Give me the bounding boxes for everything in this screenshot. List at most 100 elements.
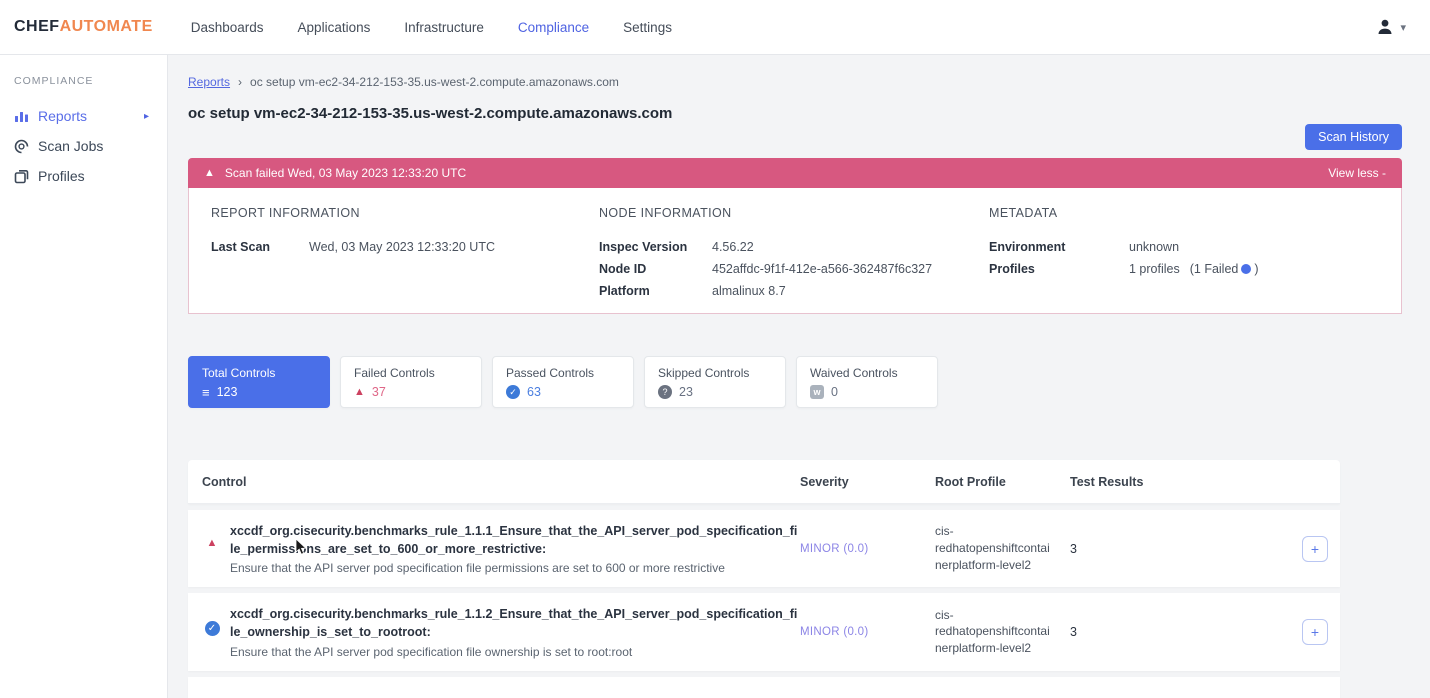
total-controls-card[interactable]: Total Controls ≡ 123	[188, 356, 330, 408]
waived-controls-card[interactable]: Waived Controls w 0	[796, 356, 938, 408]
question-circle-icon: ?	[658, 385, 672, 399]
scan-failed-banner: ▲ Scan failed Wed, 03 May 2023 12:33:20 …	[188, 158, 1402, 188]
control-title[interactable]: xccdf_org.cisecurity.benchmarks_rule_1.1…	[230, 522, 800, 558]
profiles-failed-text: (1 Failed	[1190, 262, 1239, 276]
breadcrumb-reports-link[interactable]: Reports	[188, 75, 230, 89]
stat-label: Waived Controls	[810, 366, 924, 380]
stat-value: 63	[527, 385, 541, 399]
stat-label: Skipped Controls	[658, 366, 772, 380]
warning-triangle-icon: ▲	[204, 167, 215, 179]
table-row: ✓ xccdf_org.cisecurity.benchmarks_rule_1…	[188, 593, 1340, 670]
skipped-controls-card[interactable]: Skipped Controls ? 23	[644, 356, 786, 408]
top-nav-bar: CHEFAUTOMATE Dashboards Applications Inf…	[0, 0, 1430, 55]
check-circle-icon: ✓	[205, 621, 220, 636]
report-info-panel: REPORT INFORMATION Last Scan Wed, 03 May…	[188, 188, 1402, 314]
banner-message: Scan failed Wed, 03 May 2023 12:33:20 UT…	[225, 166, 466, 180]
section-heading: NODE INFORMATION	[599, 206, 989, 220]
expand-row-button[interactable]: +	[1302, 619, 1328, 645]
platform-label: Platform	[599, 284, 712, 298]
chef-automate-logo[interactable]: CHEFAUTOMATE	[14, 18, 153, 36]
logo-chef: CHEF	[14, 18, 60, 35]
control-description: Ensure that the API server pod specifica…	[230, 561, 800, 575]
breadcrumb: Reports › oc setup vm-ec2-34-212-153-35.…	[188, 75, 1402, 89]
column-severity: Severity	[800, 475, 935, 489]
section-heading: REPORT INFORMATION	[211, 206, 599, 220]
check-circle-icon: ✓	[506, 385, 520, 399]
profiles-icon	[14, 169, 29, 184]
control-failed-icon: ▲	[202, 522, 222, 549]
sidebar-item-scan-jobs[interactable]: Scan Jobs	[14, 131, 167, 161]
column-root-profile: Root Profile	[935, 475, 1070, 489]
radar-icon	[14, 139, 29, 154]
section-heading: METADATA	[989, 206, 1401, 220]
sidebar-item-label: Reports	[38, 108, 87, 124]
severity-value: MINOR (0.0)	[800, 626, 935, 638]
node-id-label: Node ID	[599, 262, 712, 276]
inspec-version-label: Inspec Version	[599, 240, 712, 254]
profiles-value: 1 profiles	[1129, 262, 1180, 276]
stat-label: Passed Controls	[506, 366, 620, 380]
last-scan-value: Wed, 03 May 2023 12:33:20 UTC	[309, 240, 495, 254]
table-row: ▲ xccdf_org.cisecurity.benchmarks_rule_1…	[188, 510, 1340, 587]
sidebar-item-label: Scan Jobs	[38, 138, 103, 154]
inspec-version-value: 4.56.22	[712, 240, 754, 254]
nav-settings[interactable]: Settings	[623, 20, 672, 35]
stat-value: 23	[679, 385, 693, 399]
profiles-failed-close: )	[1254, 262, 1258, 276]
controls-summary-cards: Total Controls ≡ 123 Failed Controls ▲ 3…	[188, 356, 1402, 408]
main-content: Reports › oc setup vm-ec2-34-212-153-35.…	[168, 55, 1430, 698]
report-information-section: REPORT INFORMATION Last Scan Wed, 03 May…	[211, 206, 599, 313]
failed-count-icon	[1241, 264, 1251, 274]
breadcrumb-current: oc setup vm-ec2-34-212-153-35.us-west-2.…	[250, 75, 619, 89]
nav-applications[interactable]: Applications	[298, 20, 371, 35]
logo-automate: AUTOMATE	[60, 18, 153, 35]
chevron-down-icon: ▾	[1400, 21, 1406, 34]
nav-dashboards[interactable]: Dashboards	[191, 20, 264, 35]
passed-controls-card[interactable]: Passed Controls ✓ 63	[492, 356, 634, 408]
control-status-icon	[202, 689, 222, 698]
sidebar-item-label: Profiles	[38, 168, 85, 184]
page-title: oc setup vm-ec2-34-212-153-35.us-west-2.…	[188, 105, 1402, 122]
sidebar-section-label: COMPLIANCE	[14, 75, 167, 87]
bar-chart-icon	[14, 109, 29, 124]
metadata-section: METADATA Environment unknown Profiles 1 …	[989, 206, 1401, 313]
user-profile-icon	[1375, 17, 1395, 37]
table-header: Control Severity Root Profile Test Resul…	[188, 460, 1340, 504]
node-information-section: NODE INFORMATION Inspec Version 4.56.22 …	[599, 206, 989, 313]
stat-value: 123	[217, 385, 238, 399]
node-id-value: 452affdc-9f1f-412e-a566-362487f6c327	[712, 262, 932, 276]
control-description: Ensure that the API server pod specifica…	[230, 645, 800, 659]
table-row: xccdf_org.cisecurity.benchmarks_rule_1.1…	[188, 677, 1340, 698]
test-results-value: 3	[1070, 542, 1302, 556]
stat-value: 0	[831, 385, 838, 399]
control-title[interactable]: xccdf_org.cisecurity.benchmarks_rule_1.1…	[230, 605, 800, 641]
main-nav: Dashboards Applications Infrastructure C…	[191, 20, 672, 35]
sidebar-item-profiles[interactable]: Profiles	[14, 161, 167, 191]
column-control: Control	[202, 475, 800, 489]
severity-value: MINOR (0.0)	[800, 543, 935, 555]
environment-label: Environment	[989, 240, 1129, 254]
stat-value: 37	[372, 385, 386, 399]
stat-label: Total Controls	[202, 366, 316, 380]
root-profile-value: cis-redhatopenshiftcontainerplatform-lev…	[935, 523, 1070, 573]
column-test-results: Test Results	[1070, 475, 1340, 489]
user-menu[interactable]: ▾	[1375, 17, 1406, 37]
stat-label: Failed Controls	[354, 366, 468, 380]
nav-infrastructure[interactable]: Infrastructure	[404, 20, 484, 35]
profiles-label: Profiles	[989, 262, 1129, 276]
list-icon: ≡	[202, 386, 210, 399]
test-results-value: 3	[1070, 625, 1302, 639]
controls-table: Control Severity Root Profile Test Resul…	[188, 460, 1340, 698]
expand-row-button[interactable]: +	[1302, 536, 1328, 562]
nav-compliance[interactable]: Compliance	[518, 20, 589, 35]
control-passed-icon: ✓	[202, 605, 222, 636]
last-scan-label: Last Scan	[211, 240, 309, 254]
warning-triangle-icon: ▲	[354, 387, 365, 398]
sidebar-item-reports[interactable]: Reports ▸	[14, 101, 167, 131]
breadcrumb-separator-icon: ›	[238, 75, 242, 89]
scan-history-button[interactable]: Scan History	[1305, 124, 1402, 150]
failed-controls-card[interactable]: Failed Controls ▲ 37	[340, 356, 482, 408]
view-less-toggle[interactable]: View less -	[1328, 166, 1386, 180]
compliance-sidebar: COMPLIANCE Reports ▸ Scan Jobs Profiles	[0, 55, 168, 698]
platform-value: almalinux 8.7	[712, 284, 786, 298]
